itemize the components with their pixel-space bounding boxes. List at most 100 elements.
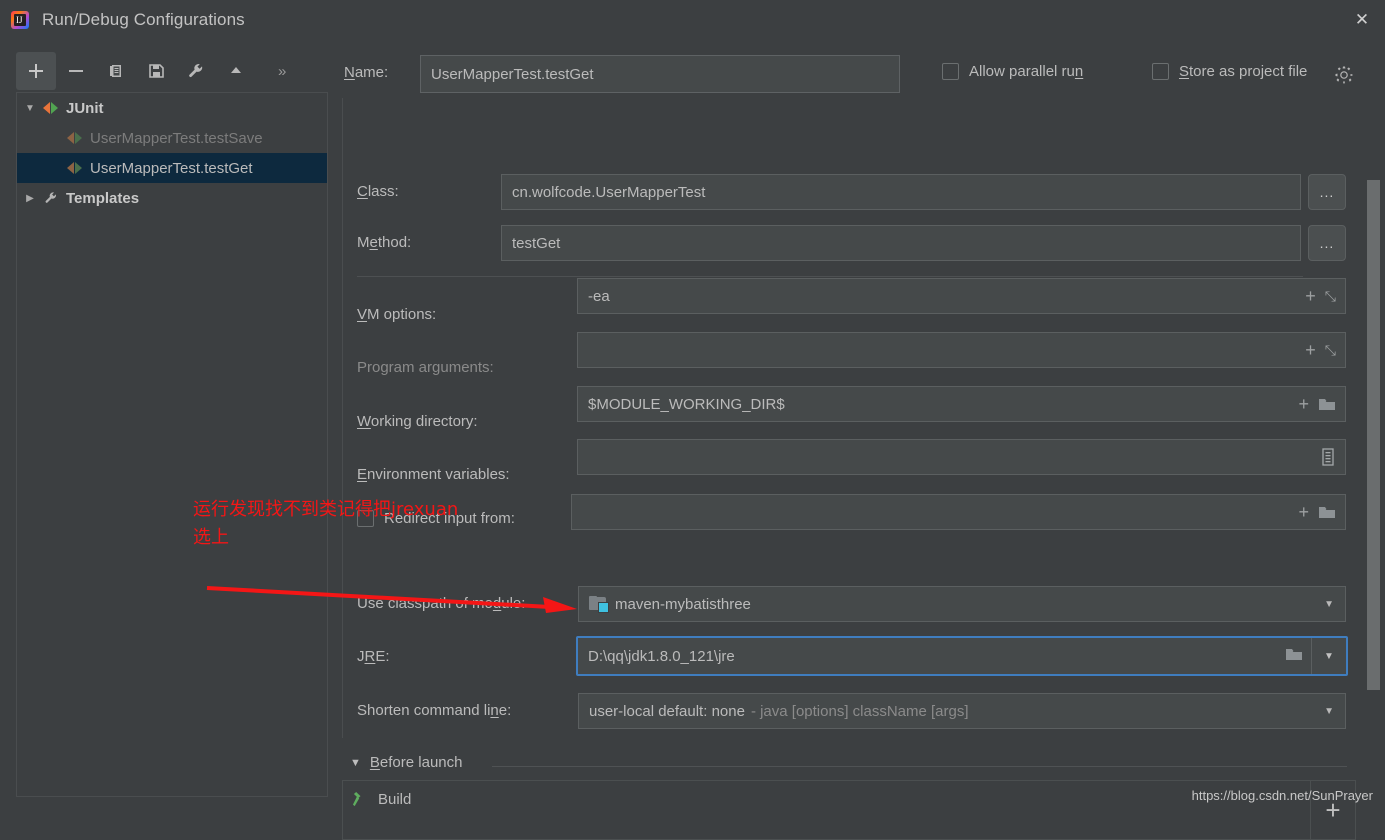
chevron-down-icon[interactable]: ▼ [1324, 706, 1345, 717]
class-input[interactable]: cn.wolfcode.UserMapperTest [501, 174, 1301, 210]
annotation-line-2: 选上 [193, 527, 229, 548]
before-launch-item-build[interactable]: Build [343, 781, 411, 817]
allow-parallel-run-label: Allow parallel run [969, 63, 1084, 80]
intellij-idea-icon: IJ [10, 10, 30, 30]
copy-configuration-button[interactable] [96, 52, 136, 90]
minus-icon [69, 70, 83, 72]
junit-icon [67, 131, 83, 145]
annotation-note: 运行发现找不到类记得把jrexuan 选上 [193, 496, 458, 552]
configuration-form: Class: cn.wolfcode.UserMapperTest ... Me… [342, 98, 1356, 738]
watermark: https://blog.csdn.net/SunPrayer [1191, 788, 1373, 803]
environment-variables-editor-icon[interactable] [1320, 448, 1336, 466]
junit-icon [43, 101, 59, 115]
window-title: Run/Debug Configurations [42, 10, 245, 29]
class-label: Class: [357, 183, 399, 200]
chevron-down-icon[interactable]: ▼ [1312, 651, 1346, 662]
folder-icon[interactable] [1318, 505, 1336, 519]
module-folder-icon [589, 596, 609, 613]
wrench-icon [189, 64, 203, 78]
junit-icon [67, 161, 83, 175]
method-input[interactable]: testGet [501, 225, 1301, 261]
working-directory-label: Working directory: [357, 413, 478, 430]
more-toolbar-actions-button[interactable]: » [278, 63, 286, 80]
tree-item-usermappertest-testsave[interactable]: UserMapperTest.testSave [17, 123, 327, 153]
close-icon[interactable]: ✕ [1339, 0, 1385, 40]
use-classpath-of-module-value: maven-mybatisthree [615, 595, 751, 613]
before-launch-divider [492, 766, 1347, 767]
save-configuration-button[interactable] [136, 52, 176, 90]
store-as-project-file-row[interactable]: Store as project file [1152, 63, 1307, 80]
configuration-editor-panel: Name: UserMapperTest.testGet Allow paral… [342, 40, 1356, 840]
name-row: Name: UserMapperTest.testGet Allow paral… [342, 55, 1356, 93]
shorten-command-line-value: user-local default: none [589, 702, 745, 720]
scrollbar-thumb[interactable] [1367, 180, 1380, 690]
before-launch-title: Before launch [369, 754, 463, 771]
vertical-scrollbar[interactable] [1367, 96, 1380, 796]
chevron-down-icon[interactable]: ▼ [1324, 599, 1345, 610]
shorten-command-line-select[interactable]: user-local default: none - java [options… [578, 693, 1346, 729]
allow-parallel-run-row[interactable]: Allow parallel run [942, 63, 1083, 80]
configurations-toolbar: » [16, 50, 334, 92]
tree-node-label: Templates [66, 189, 140, 207]
move-up-button[interactable] [216, 52, 256, 90]
tree-item-usermappertest-testget[interactable]: UserMapperTest.testGet [17, 153, 327, 183]
jre-value: D:\qq\jdk1.8.0_121\jre [588, 647, 735, 665]
program-arguments-expand-icon[interactable]: ⤡ [1325, 342, 1336, 359]
method-label: Method: [357, 234, 412, 251]
shorten-command-line-hint: - java [options] className [args] [750, 702, 969, 720]
annotation-arrow [206, 586, 577, 613]
chevron-down-icon[interactable]: ▼ [17, 103, 43, 114]
program-arguments-label: Program arguments: [357, 359, 494, 376]
vm-options-input[interactable]: -ea + ⤡ [577, 278, 1346, 314]
vm-options-add-icon[interactable]: + [1305, 287, 1316, 305]
title-bar: IJ Run/Debug Configurations ✕ [0, 0, 1385, 40]
working-directory-input[interactable]: $MODULE_WORKING_DIR$ + [577, 386, 1346, 422]
add-configuration-button[interactable] [16, 52, 56, 90]
program-arguments-add-icon[interactable]: + [1305, 341, 1316, 359]
jre-label: JRE: [357, 648, 390, 665]
tree-item-label: UserMapperTest.testSave [90, 129, 263, 147]
folder-icon [1286, 648, 1302, 660]
folder-icon[interactable] [1318, 397, 1336, 411]
environment-variables-input[interactable] [577, 439, 1346, 475]
use-classpath-of-module-select[interactable]: maven-mybatisthree ▼ [578, 586, 1346, 622]
working-directory-add-icon[interactable]: + [1298, 395, 1309, 413]
jre-browse-button[interactable] [1285, 647, 1311, 666]
tree-node-junit[interactable]: ▼ JUnit [17, 93, 327, 123]
method-browse-button[interactable]: ... [1308, 225, 1346, 261]
vm-options-expand-icon[interactable]: ⤡ [1325, 288, 1336, 305]
build-hammer-icon [352, 791, 361, 806]
before-launch-header[interactable]: ▼ Before launch [350, 754, 462, 771]
program-arguments-input[interactable]: + ⤡ [577, 332, 1346, 368]
store-as-project-file-label: Store as project file [1179, 63, 1308, 80]
allow-parallel-run-checkbox[interactable] [942, 63, 959, 80]
edit-templates-button[interactable] [176, 52, 216, 90]
name-label: Name: [344, 64, 389, 81]
tree-node-templates[interactable]: ▶ Templates [17, 183, 327, 213]
run-debug-configurations-dialog: IJ Run/Debug Configurations ✕ » ▼ JUnit … [0, 0, 1385, 840]
before-launch-item-label: Build [378, 790, 412, 808]
arrow-up-icon [231, 67, 241, 73]
class-browse-button[interactable]: ... [1308, 174, 1346, 210]
jre-select[interactable]: D:\qq\jdk1.8.0_121\jre ▼ [576, 636, 1348, 676]
configurations-tree[interactable]: ▼ JUnit UserMapperTest.testSave UserMapp… [16, 92, 328, 797]
name-input[interactable]: UserMapperTest.testGet [420, 55, 900, 93]
remove-configuration-button[interactable] [56, 52, 96, 90]
annotation-line-1: 运行发现找不到类记得把jrexuan [193, 499, 459, 520]
redirect-input-add-icon[interactable]: + [1298, 503, 1309, 521]
tree-node-label: JUnit [66, 99, 104, 117]
form-divider [357, 276, 1303, 277]
store-as-project-file-checkbox[interactable] [1152, 63, 1169, 80]
plus-icon [29, 64, 43, 78]
wrench-icon [45, 192, 56, 203]
save-icon [149, 64, 164, 78]
vm-options-label: VM options: [357, 306, 437, 323]
copy-icon [110, 65, 121, 77]
environment-variables-label: Environment variables: [357, 466, 510, 483]
chevron-down-icon[interactable]: ▼ [350, 757, 361, 769]
tree-item-label: UserMapperTest.testGet [90, 159, 253, 177]
gear-icon[interactable] [1334, 65, 1354, 85]
shorten-command-line-label: Shorten command line: [357, 702, 512, 719]
chevron-right-icon[interactable]: ▶ [17, 193, 43, 204]
redirect-input-field[interactable]: + [571, 494, 1346, 530]
